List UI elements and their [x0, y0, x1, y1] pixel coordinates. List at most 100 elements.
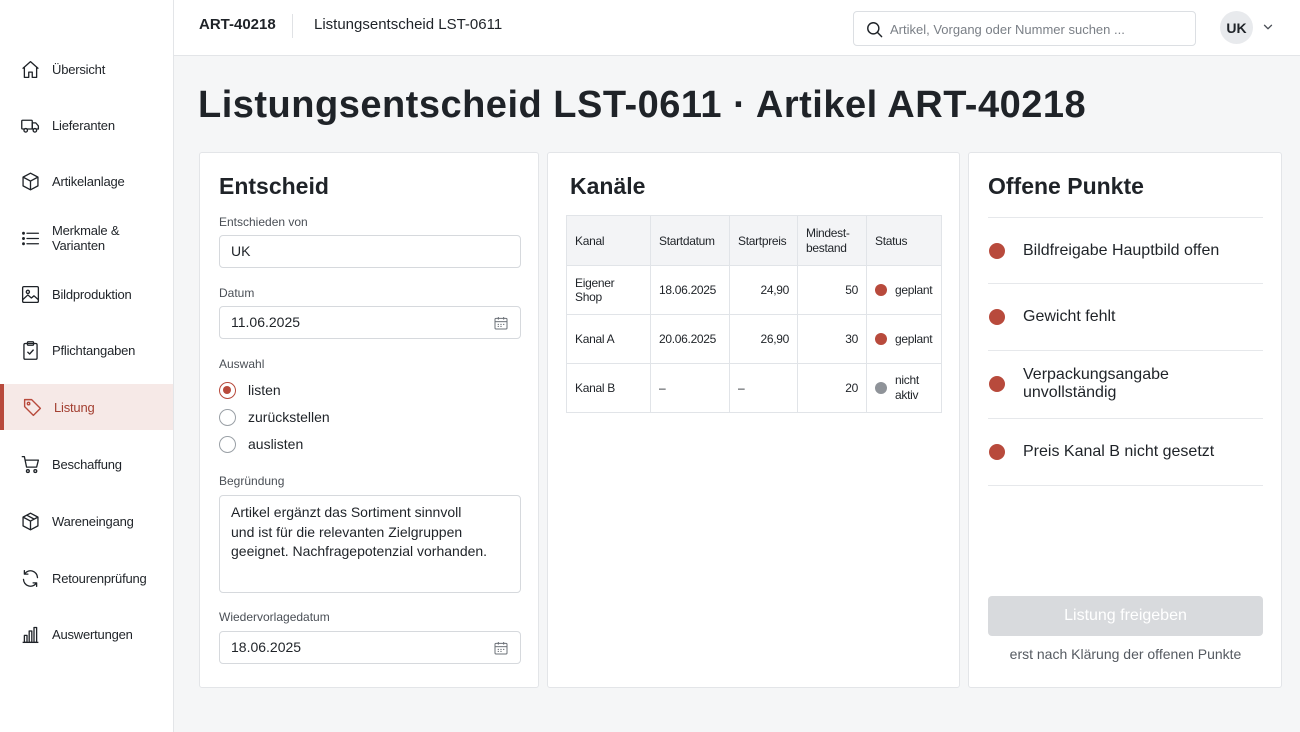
bar-chart-icon: [22, 626, 39, 643]
card-title: Kanäle: [570, 173, 646, 199]
sidebar-item-uebersicht[interactable]: Übersicht: [0, 46, 173, 92]
entscheid-card: Entscheid Entschieden von UK Datum 11.06…: [199, 152, 539, 688]
open-point-text: Verpackungsangabe unvollständig: [1023, 366, 1169, 401]
table-row[interactable]: Kanal B – – 20 nicht aktiv: [566, 363, 942, 413]
sidebar-item-label: Bildproduktion: [52, 286, 132, 302]
cell-startpreis: –: [729, 363, 798, 413]
radio-listen[interactable]: listen: [219, 380, 281, 400]
divider: [988, 485, 1263, 486]
reason-line: Artikel ergänzt das Sortiment sinnvoll: [231, 504, 462, 520]
kanaele-card: Kanäle Kanal Startdatum Startpreis Minde…: [547, 152, 960, 688]
reason-label: Begründung: [219, 474, 285, 488]
package-icon: [22, 512, 39, 530]
cell-mindestbestand: 30: [797, 314, 867, 364]
page-title: Listungsentscheid LST-0611 · Artikel ART…: [198, 84, 1087, 126]
image-icon: [21, 285, 40, 303]
decided-by-label: Entschieden von: [219, 215, 308, 229]
followup-date-field[interactable]: 18.06.2025: [219, 631, 521, 664]
open-point-text: Bildfreigabe Hauptbild offen: [1023, 242, 1220, 259]
user-avatar[interactable]: UK: [1220, 11, 1253, 44]
reason-textarea[interactable]: Artikel ergänzt das Sortiment sinnvoll u…: [219, 495, 521, 593]
release-hint: erst nach Klärung der offenen Punkte: [1009, 646, 1242, 662]
cell-startpreis: 24,90: [729, 265, 798, 315]
open-point-text: Preis Kanal B nicht gesetzt: [1023, 443, 1215, 460]
table-header-row: Kanal Startdatum Startpreis Mindest- bes…: [566, 215, 942, 266]
sidebar-item-label: Beschaffung: [52, 456, 122, 472]
cell-mindestbestand: 50: [797, 265, 867, 315]
radio-label: auslisten: [248, 436, 304, 452]
sidebar-item-auswertungen[interactable]: Auswertungen: [0, 611, 173, 657]
search-input[interactable]: [890, 18, 1185, 40]
choice-label: Auswahl: [219, 357, 265, 371]
radio-label: zurückstellen: [248, 409, 330, 425]
channels-table: Kanal Startdatum Startpreis Mindest- bes…: [566, 215, 942, 413]
cell-startpreis: 26,90: [729, 314, 798, 364]
truck-icon: [21, 119, 40, 133]
status-dot: [989, 444, 1005, 460]
reason-line: und ist für die relevanten Zielgruppen: [231, 523, 463, 540]
open-point-text: Gewicht fehlt: [1023, 308, 1116, 325]
list-item[interactable]: Preis Kanal B nicht gesetzt: [988, 418, 1263, 485]
column-header-kanal: Kanal: [566, 215, 651, 266]
table-row[interactable]: Kanal A 20.06.2025 26,90 30 geplant: [566, 314, 942, 364]
status-dot: [989, 376, 1005, 392]
status-text: geplant: [895, 332, 933, 346]
refresh-icon: [22, 569, 39, 587]
sidebar-item-label: Merkmale & Varianten: [52, 223, 120, 253]
sidebar: Übersicht Lieferanten Artikelanlage Merk…: [0, 0, 174, 732]
cell-status: geplant: [866, 265, 942, 315]
sidebar-item-merkmale-varianten[interactable]: Merkmale & Varianten: [0, 215, 173, 261]
sidebar-item-label: Übersicht: [52, 61, 106, 77]
calendar-icon[interactable]: [493, 640, 509, 656]
reason-line: geeignet. Nachfragepotenzial vorhanden.: [231, 543, 488, 559]
sidebar-item-beschaffung[interactable]: Beschaffung: [0, 441, 173, 487]
cell-kanal: Eigener Shop: [566, 265, 651, 315]
sidebar-item-listung[interactable]: Listung: [0, 384, 173, 430]
sidebar-item-retourenpruefung[interactable]: Retourenprüfung: [0, 555, 173, 601]
tag-icon: [23, 398, 42, 416]
radio-button[interactable]: [219, 435, 236, 453]
cell-mindestbestand: 20: [797, 363, 867, 413]
list-icon: [22, 231, 40, 245]
decided-by-field[interactable]: UK: [219, 235, 521, 268]
list-item[interactable]: Gewicht fehlt: [988, 283, 1263, 350]
list-item[interactable]: Bildfreigabe Hauptbild offen: [988, 217, 1263, 284]
radio-auslisten[interactable]: auslisten: [219, 434, 303, 454]
top-bar: ART-40218 Listungsentscheid LST-0611 UK: [174, 0, 1300, 56]
release-listing-button[interactable]: Listung freigeben: [988, 596, 1263, 636]
sidebar-item-lieferanten[interactable]: Lieferanten: [0, 102, 173, 148]
cell-startdatum: 20.06.2025: [650, 314, 730, 364]
breadcrumb-divider: [292, 14, 293, 38]
status-dot: [875, 382, 887, 394]
sidebar-item-label: Wareneingang: [52, 513, 134, 529]
breadcrumb-document[interactable]: Listungsentscheid LST-0611: [314, 16, 502, 33]
date-field[interactable]: 11.06.2025: [219, 306, 521, 339]
status-dot: [989, 309, 1005, 325]
status-text: nicht aktiv: [895, 373, 919, 402]
home-icon: [22, 60, 39, 78]
sidebar-item-artikelanlage[interactable]: Artikelanlage: [0, 158, 173, 204]
radio-button[interactable]: [219, 408, 236, 426]
breadcrumb-article-id[interactable]: ART-40218: [199, 16, 276, 33]
sidebar-item-bildproduktion[interactable]: Bildproduktion: [0, 271, 173, 317]
calendar-icon[interactable]: [493, 315, 509, 331]
column-header-status: Status: [866, 215, 942, 266]
cell-kanal: Kanal A: [566, 314, 651, 364]
column-header-startpreis: Startpreis: [729, 215, 798, 266]
list-item[interactable]: Verpackungsangabe unvollständig: [988, 350, 1263, 417]
sidebar-item-pflichtangaben[interactable]: Pflichtangaben: [0, 327, 173, 373]
status-text: geplant: [895, 283, 933, 297]
sidebar-item-label: Listung: [54, 399, 95, 415]
sidebar-item-label: Retourenprüfung: [52, 570, 147, 586]
radio-zurueckstellen[interactable]: zurückstellen: [219, 407, 330, 427]
sidebar-item-wareneingang[interactable]: Wareneingang: [0, 498, 173, 544]
date-value: 11.06.2025: [231, 314, 301, 330]
column-header-startdatum: Startdatum: [650, 215, 730, 266]
status-dot: [989, 243, 1005, 259]
cell-kanal: Kanal B: [566, 363, 651, 413]
cell-startdatum: –: [650, 363, 730, 413]
table-row[interactable]: Eigener Shop 18.06.2025 24,90 50 geplant: [566, 265, 942, 315]
chevron-down-icon[interactable]: [1261, 20, 1275, 34]
radio-button-checked[interactable]: [219, 381, 236, 399]
search-box[interactable]: [853, 11, 1196, 46]
